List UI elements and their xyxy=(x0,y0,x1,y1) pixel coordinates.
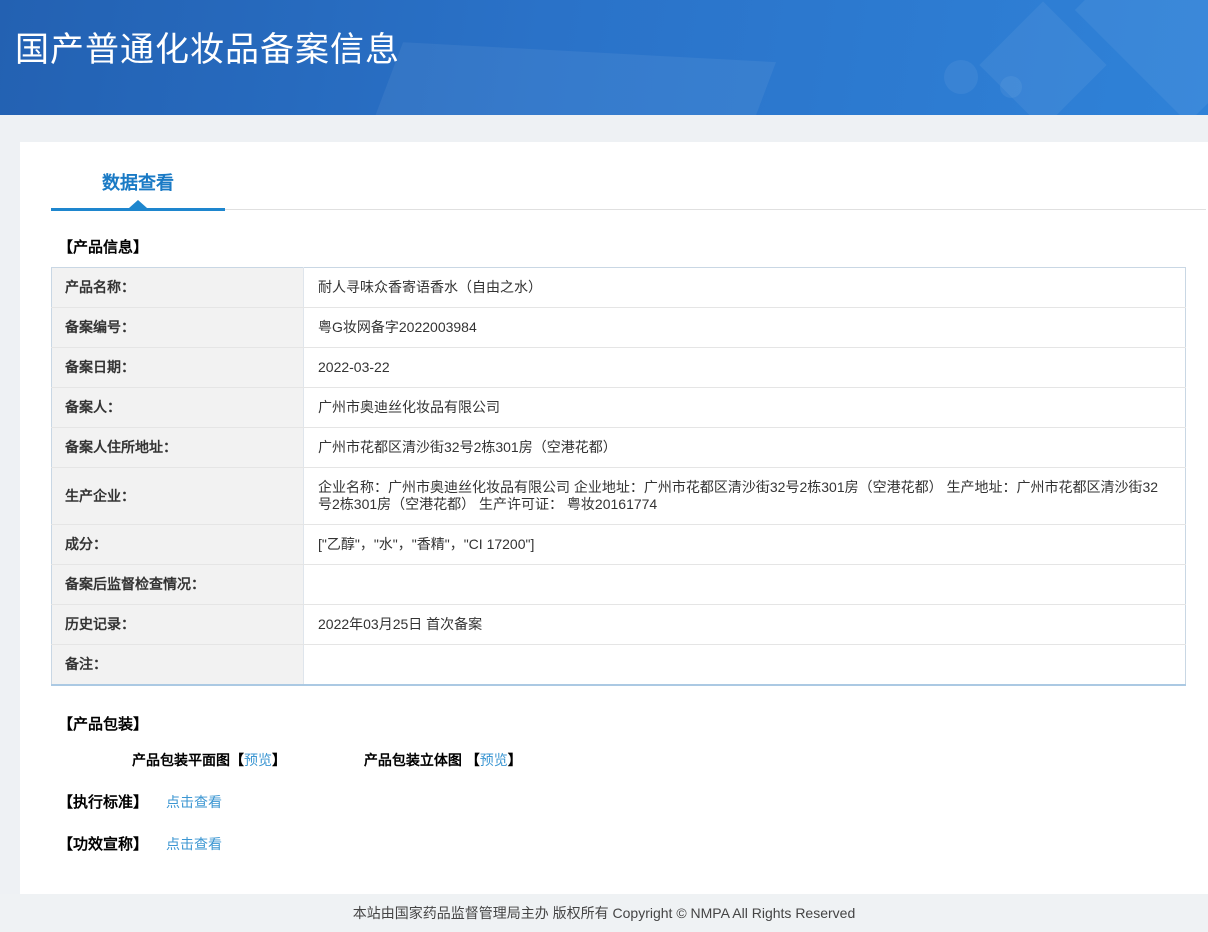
row-label-record-number: 备案编号： xyxy=(51,307,304,348)
row-value-record-number: 粤G妆网备字2022003984 xyxy=(303,307,1186,348)
row-label-remarks: 备注： xyxy=(51,644,304,685)
execution-standard-label: 【执行标准】 xyxy=(58,794,149,811)
bracket-open: 【 xyxy=(465,752,480,768)
table-row: 成分： ["乙醇"，"水"，"香精"，"CI 17200"] xyxy=(51,524,1186,565)
table-row: 备注： xyxy=(51,644,1186,686)
row-label-history: 历史记录： xyxy=(51,604,304,645)
page-footer: 本站由国家药品监督管理局主办 版权所有 Copyright © NMPA All… xyxy=(0,894,1208,932)
table-row: 备案后监督检查情况： xyxy=(51,564,1186,605)
packaging-stereo-label: 产品包装立体图 xyxy=(363,752,462,768)
packaging-flat-label: 产品包装平面图 xyxy=(132,752,230,768)
row-label-record-date: 备案日期： xyxy=(51,347,304,388)
table-row: 生产企业： 企业名称：广州市奥迪丝化妆品有限公司 企业地址：广州市花都区清沙街3… xyxy=(51,467,1186,525)
page-header: 国产普通化妆品备案信息 xyxy=(0,0,1208,115)
product-info-table-wrap: 产品名称： 耐人寻味众香寄语香水（自由之水） 备案编号： 粤G妆网备字20220… xyxy=(51,267,1186,686)
row-label-supervision-check: 备案后监督检查情况： xyxy=(51,564,304,605)
row-value-ingredients: ["乙醇"，"水"，"香精"，"CI 17200"] xyxy=(303,524,1186,565)
table-row: 备案人： 广州市奥迪丝化妆品有限公司 xyxy=(51,387,1186,428)
packaging-stereo-item: 产品包装立体图 【预览】 xyxy=(364,750,522,770)
efficacy-claim-label: 【功效宣称】 xyxy=(58,836,149,853)
row-value-remarks xyxy=(304,645,1186,686)
efficacy-claim-view-link[interactable]: 点击查看 xyxy=(166,836,222,852)
row-value-record-date: 2022-03-22 xyxy=(303,347,1186,388)
table-row: 历史记录： 2022年03月25日 首次备案 xyxy=(51,604,1186,645)
row-label-registrant-address: 备案人住所地址： xyxy=(51,427,304,468)
row-value-registrant: 广州市奥迪丝化妆品有限公司 xyxy=(303,387,1186,428)
content-card: 数据查看 【产品信息】 产品名称： 耐人寻味众香寄语香水（自由之水） 备案编号：… xyxy=(20,142,1208,894)
execution-standard-view-link[interactable]: 点击查看 xyxy=(166,794,222,810)
header-gap xyxy=(0,115,1208,142)
packaging-flat-preview-link[interactable]: 预览 xyxy=(244,752,272,768)
bracket-open: 【 xyxy=(230,752,244,768)
row-label-ingredients: 成分： xyxy=(51,524,304,565)
row-value-history: 2022年03月25日 首次备案 xyxy=(303,604,1186,645)
row-label-manufacturer: 生产企业： xyxy=(51,467,304,525)
row-value-product-name: 耐人寻味众香寄语香水（自由之水） xyxy=(303,267,1186,308)
bracket-close: 】 xyxy=(507,752,522,768)
table-row: 产品名称： 耐人寻味众香寄语香水（自由之水） xyxy=(51,267,1186,308)
packaging-stereo-preview-link[interactable]: 预览 xyxy=(480,752,508,768)
table-row: 备案人住所地址： 广州市花都区清沙街32号2栋301房（空港花都） xyxy=(51,427,1186,468)
row-label-product-name: 产品名称： xyxy=(51,267,304,308)
packaging-links-row: 产品包装平面图【预览】 产品包装立体图 【预览】 xyxy=(132,750,1208,770)
product-info-table: 产品名称： 耐人寻味众香寄语香水（自由之水） 备案编号： 粤G妆网备字20220… xyxy=(51,267,1186,686)
packaging-flat-item: 产品包装平面图【预览】 xyxy=(132,750,286,770)
packaging-section-title: 【产品包装】 xyxy=(58,716,149,733)
footer-text: 本站由国家药品监督管理局主办 版权所有 Copyright © NMPA All… xyxy=(352,905,856,921)
tab-bar: 数据查看 xyxy=(51,142,1206,211)
row-value-registrant-address: 广州市花都区清沙街32号2栋301房（空港花都） xyxy=(303,427,1186,468)
table-row: 备案日期： 2022-03-22 xyxy=(51,347,1186,388)
row-label-registrant: 备案人： xyxy=(51,387,304,428)
row-value-supervision-check xyxy=(303,564,1186,605)
table-row: 备案编号： 粤G妆网备字2022003984 xyxy=(51,307,1186,348)
bracket-close: 】 xyxy=(272,752,286,768)
row-value-manufacturer: 企业名称：广州市奥迪丝化妆品有限公司 企业地址：广州市花都区清沙街32号2栋30… xyxy=(303,467,1186,525)
header-decoration xyxy=(944,60,978,94)
header-decoration xyxy=(1000,76,1022,98)
execution-standard-row: 【执行标准】 点击查看 xyxy=(58,791,1208,812)
efficacy-claim-row: 【功效宣称】 点击查看 xyxy=(58,833,1208,854)
tab-data-view[interactable]: 数据查看 xyxy=(51,169,225,211)
page-title: 国产普通化妆品备案信息 xyxy=(15,31,400,69)
product-info-section-title: 【产品信息】 xyxy=(58,239,149,256)
